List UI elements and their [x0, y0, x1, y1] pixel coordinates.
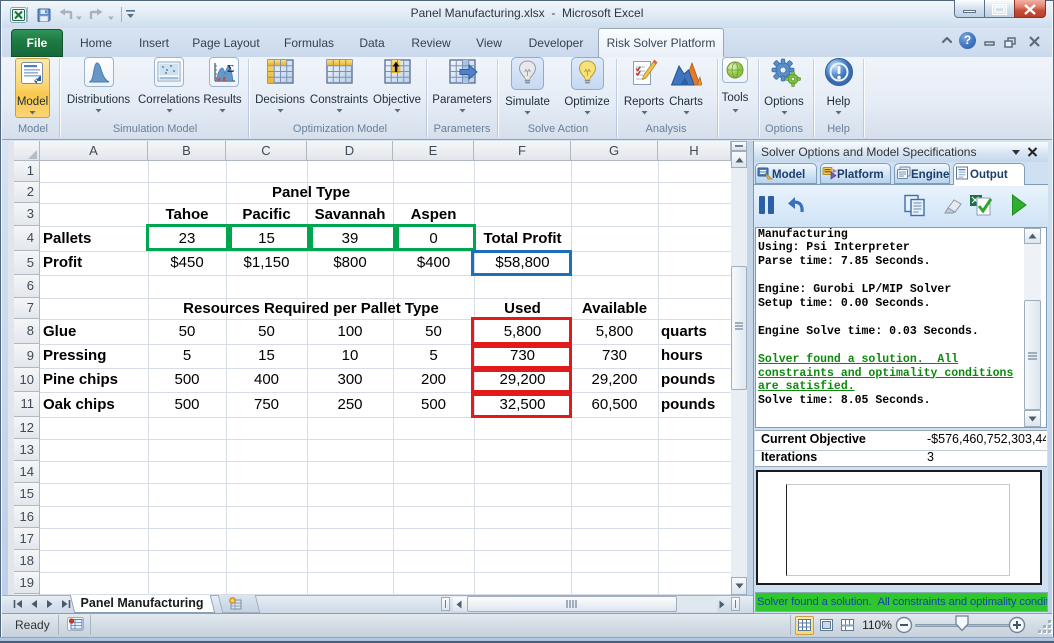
svg-text:Σ: Σ [227, 63, 234, 75]
